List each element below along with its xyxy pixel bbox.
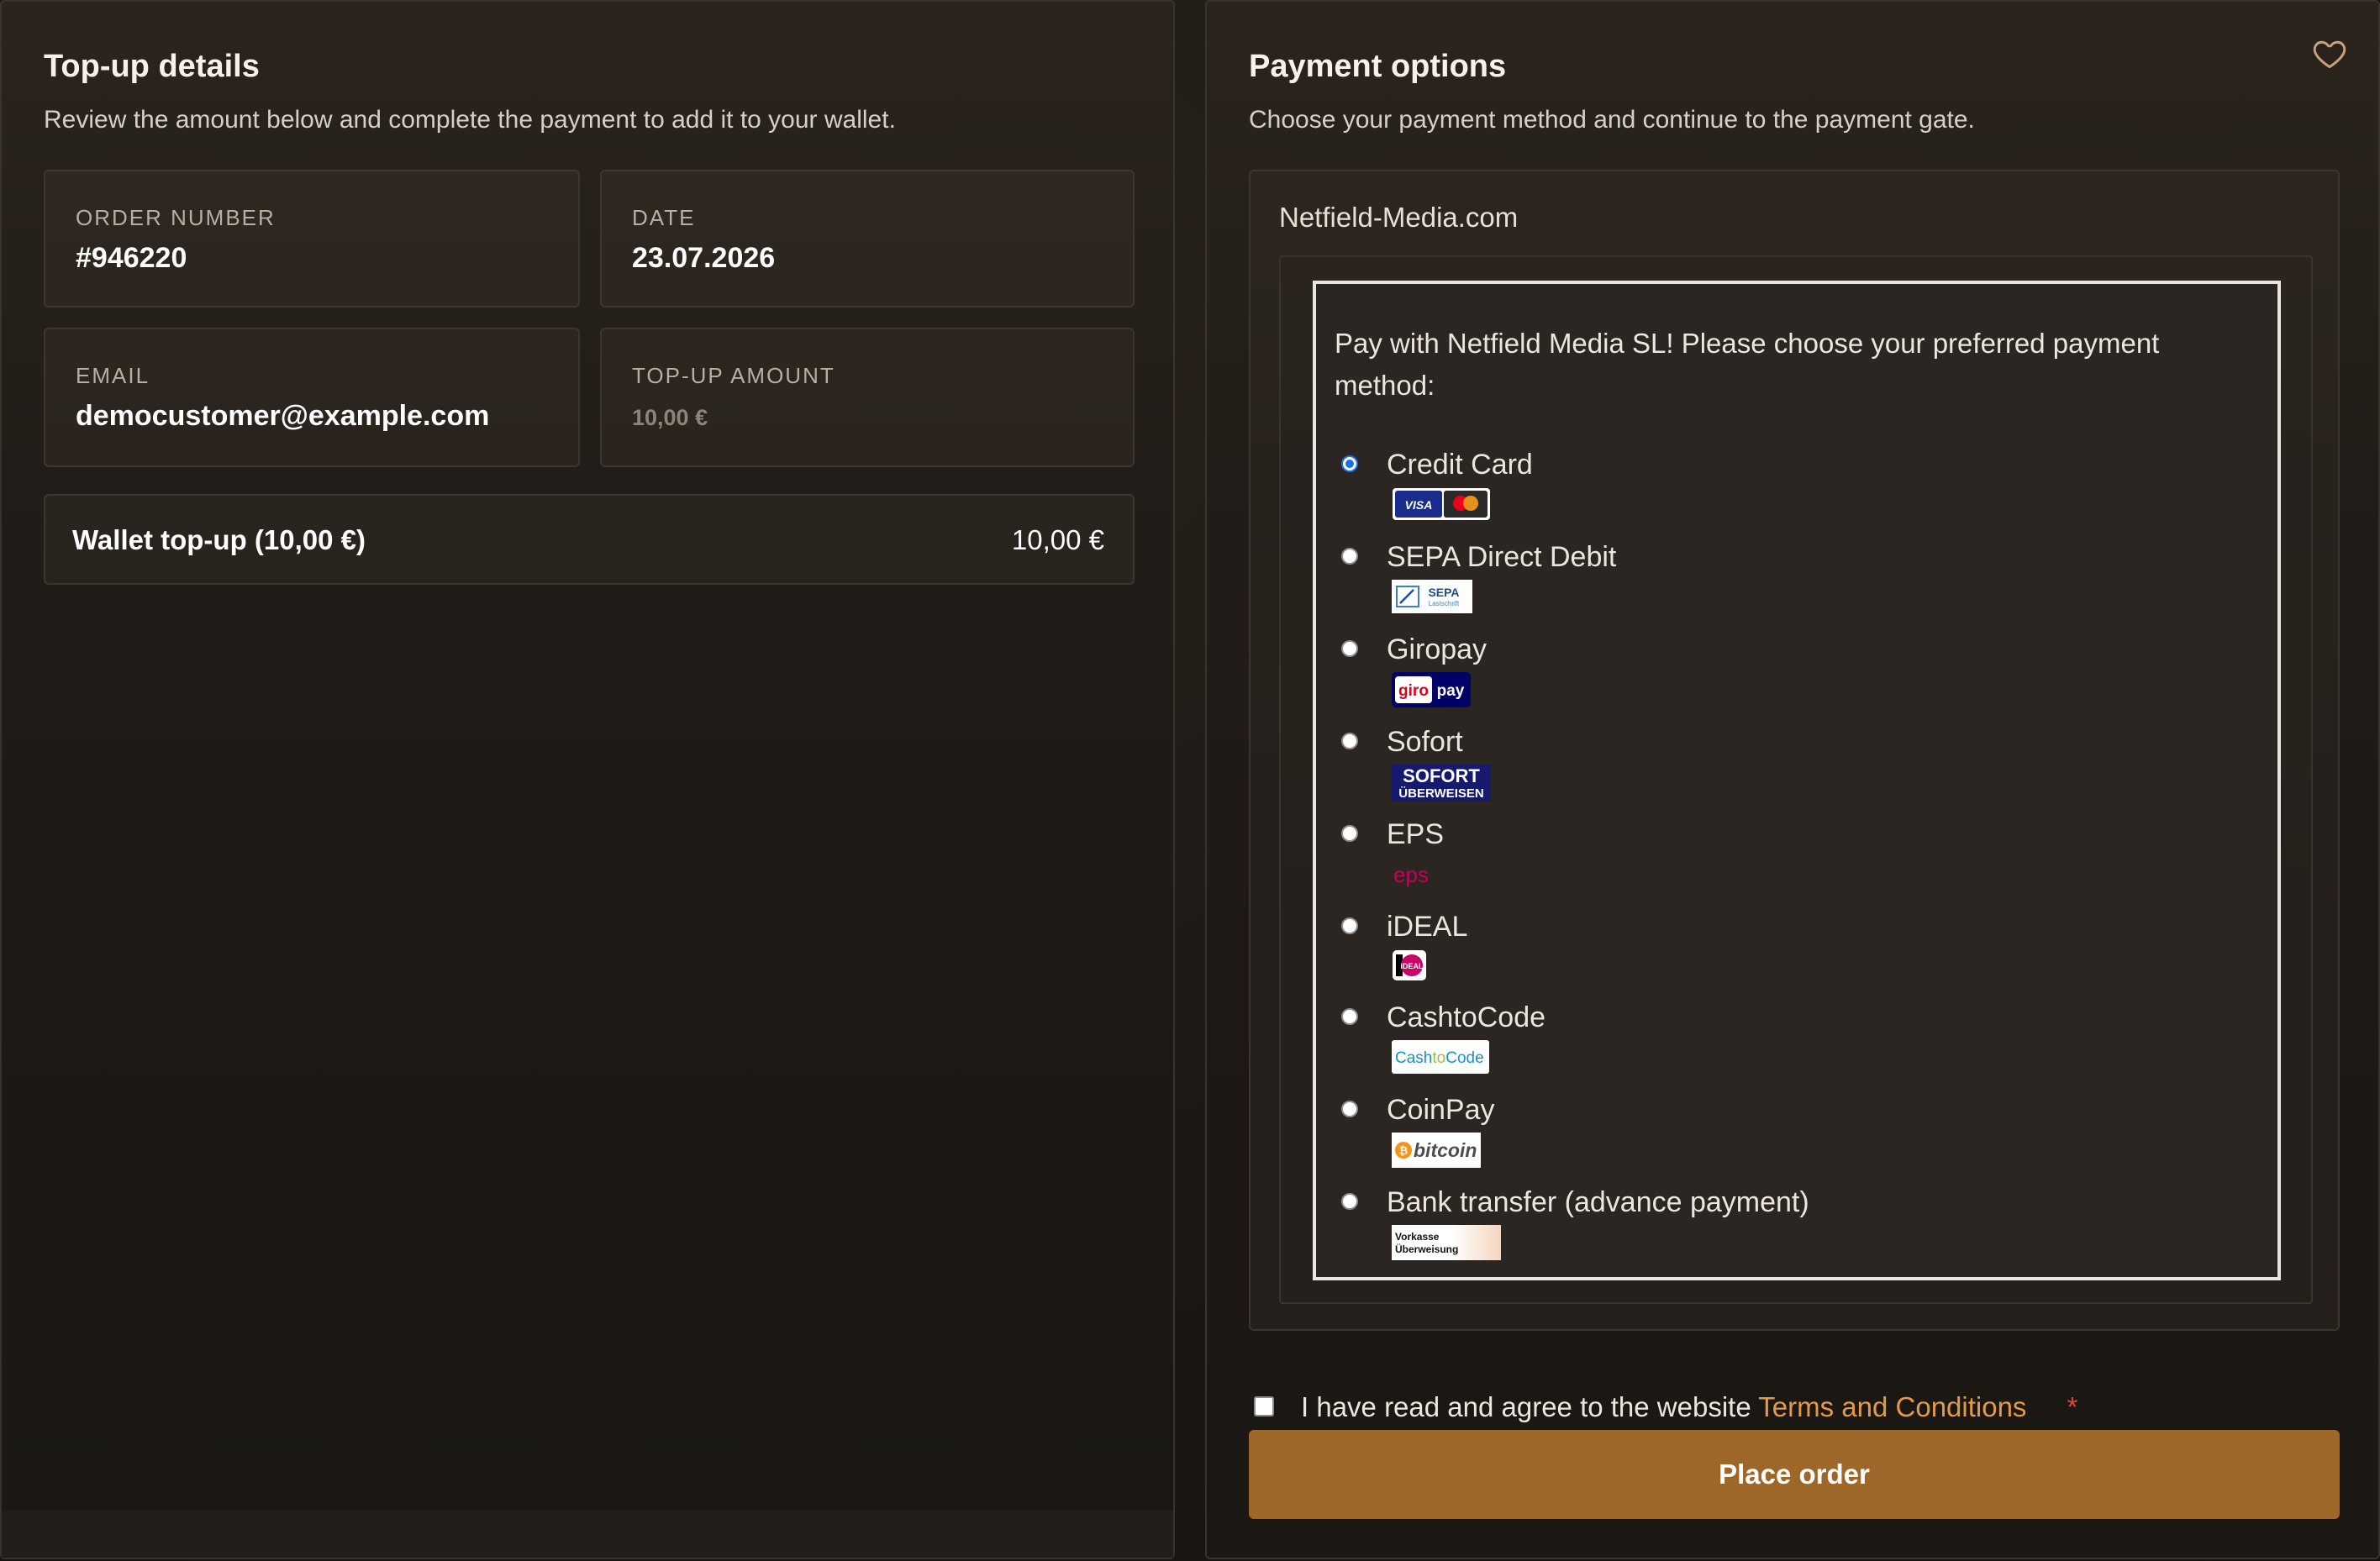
radio-eps[interactable] xyxy=(1341,825,1358,842)
date-label: DATE xyxy=(632,205,696,230)
cash-text: Cash xyxy=(1395,1049,1432,1067)
bitcoin-logo: ₿ bitcoin xyxy=(1392,1133,1481,1168)
place-order-button[interactable]: Place order xyxy=(1249,1430,2340,1519)
required-mark: * xyxy=(2067,1391,2078,1422)
email-value: democustomer@example.com xyxy=(76,400,490,432)
payment-options-title: Payment options xyxy=(1249,49,1507,84)
topup-details-title: Top-up details xyxy=(44,49,260,84)
payment-options-subtitle: Choose your payment method and continue … xyxy=(1249,106,1975,134)
code-text: Code xyxy=(1445,1049,1483,1067)
payment-method-sofort[interactable]: Sofort SOFORT ÜBERWEISEN xyxy=(1341,726,2232,810)
method-label: CoinPay xyxy=(1387,1094,1495,1126)
giropay-logo: giro pay xyxy=(1392,672,1471,707)
radio-credit-card[interactable] xyxy=(1341,455,1358,472)
radio-sepa[interactable] xyxy=(1341,548,1358,565)
topup-amount-label: TOP-UP AMOUNT xyxy=(632,363,835,388)
lastschrift-text: Lastschrift xyxy=(1429,600,1460,607)
ideal-logo: iDEAL xyxy=(1393,950,1426,980)
cashtocode-logo: CashtoCode xyxy=(1392,1040,1489,1074)
payment-method-credit-card[interactable]: Credit Card VISA xyxy=(1341,449,2232,533)
pay-text: pay xyxy=(1437,682,1465,700)
payment-method-sepa[interactable]: SEPA Direct Debit SEPA Lastschrift xyxy=(1341,541,2232,625)
ueberweisen-text: ÜBERWEISEN xyxy=(1398,786,1483,801)
bitcoin-text: bitcoin xyxy=(1414,1139,1477,1161)
checkout-page: Top-up details Review the amount below a… xyxy=(0,0,2380,1561)
method-label: CashtoCode xyxy=(1387,1001,1546,1033)
method-label: Sofort xyxy=(1387,726,1463,758)
gateway-inner-container: Pay with Netfield Media SL! Please choos… xyxy=(1279,255,2313,1304)
visa-text: VISA xyxy=(1405,498,1433,512)
ueberweisung-text: Überweisung xyxy=(1395,1243,1458,1255)
svg-text:CashtoCode: CashtoCode xyxy=(1395,1049,1484,1067)
gateway-site-name: Netfield-Media.com xyxy=(1279,202,1519,233)
terms-checkbox[interactable] xyxy=(1254,1396,1274,1416)
visa-mastercard-logo: VISA xyxy=(1393,488,1490,520)
line-item-row: Wallet top-up (10,00 €) 10,00 € xyxy=(44,494,1135,585)
method-label: iDEAL xyxy=(1387,911,1468,943)
order-number-label: ORDER NUMBER xyxy=(76,205,276,230)
sofort-text: SOFORT xyxy=(1403,765,1480,786)
giro-text: giro xyxy=(1398,682,1429,700)
topup-details-subtitle: Review the amount below and complete the… xyxy=(44,106,896,134)
email-label: EMAIL xyxy=(76,363,150,388)
payment-gateway-box: Netfield-Media.com Pay with Netfield Med… xyxy=(1249,170,2340,1331)
order-number-value: #946220 xyxy=(76,242,187,274)
radio-bank-transfer[interactable] xyxy=(1341,1193,1358,1210)
payment-method-eps[interactable]: EPS eps xyxy=(1341,818,2232,902)
topup-amount-card: TOP-UP AMOUNT 10,00 € xyxy=(600,328,1135,467)
order-number-card: ORDER NUMBER #946220 xyxy=(44,170,580,307)
payment-method-frame: Pay with Netfield Media SL! Please choos… xyxy=(1313,281,2281,1280)
method-label: Bank transfer (advance payment) xyxy=(1387,1186,1809,1218)
date-card: DATE 23.07.2026 xyxy=(600,170,1135,307)
sepa-logo: SEPA Lastschrift xyxy=(1392,580,1472,613)
email-card: EMAIL democustomer@example.com xyxy=(44,328,580,467)
vorkasse-text: Vorkasse xyxy=(1395,1231,1440,1243)
payment-method-coinpay[interactable]: CoinPay ₿ bitcoin xyxy=(1341,1094,2232,1178)
sepa-text: SEPA xyxy=(1428,586,1459,599)
payment-method-ideal[interactable]: iDEAL iDEAL xyxy=(1341,911,2232,995)
payment-options-panel: Payment options Choose your payment meth… xyxy=(1205,0,2380,1559)
radio-sofort[interactable] xyxy=(1341,733,1358,749)
topup-details-panel: Top-up details Review the amount below a… xyxy=(0,0,1175,1559)
bitcoin-symbol: ₿ xyxy=(1399,1144,1409,1157)
line-item-amount: 10,00 € xyxy=(1011,524,1104,555)
radio-cashtocode[interactable] xyxy=(1341,1008,1358,1025)
radio-coinpay[interactable] xyxy=(1341,1101,1358,1117)
sofort-logo: SOFORT ÜBERWEISEN xyxy=(1392,765,1491,802)
date-value: 23.07.2026 xyxy=(632,242,776,274)
eps-text: eps xyxy=(1393,862,1429,887)
terms-prefix: I have read and agree to the website xyxy=(1301,1391,1759,1422)
method-label: SEPA Direct Debit xyxy=(1387,541,1617,573)
ideal-text: iDEAL xyxy=(1401,962,1424,970)
heart-outline-icon[interactable] xyxy=(2311,35,2348,72)
radio-ideal[interactable] xyxy=(1341,917,1358,934)
radio-giropay[interactable] xyxy=(1341,640,1358,657)
bank-transfer-logo: Vorkasse Überweisung xyxy=(1392,1225,1501,1260)
payment-method-cashtocode[interactable]: CashtoCode CashtoCode xyxy=(1341,1001,2232,1085)
line-item-name: Wallet top-up (10,00 €) xyxy=(72,524,366,555)
method-label: Giropay xyxy=(1387,633,1488,665)
method-label: Credit Card xyxy=(1387,449,1533,481)
to-text: to xyxy=(1432,1049,1445,1067)
terms-link[interactable]: Terms and Conditions xyxy=(1758,1391,2026,1422)
method-label: EPS xyxy=(1387,818,1445,850)
eps-logo: eps xyxy=(1393,862,1429,887)
terms-text: I have read and agree to the website Ter… xyxy=(1301,1391,2077,1423)
topup-amount-value: 10,00 € xyxy=(632,405,708,430)
payment-intro-text: Pay with Netfield Media SL! Please choos… xyxy=(1335,328,2160,401)
payment-method-bank-transfer[interactable]: Bank transfer (advance payment) Vorkasse… xyxy=(1341,1186,2232,1270)
payment-method-giropay[interactable]: Giropay giro pay xyxy=(1341,633,2232,717)
